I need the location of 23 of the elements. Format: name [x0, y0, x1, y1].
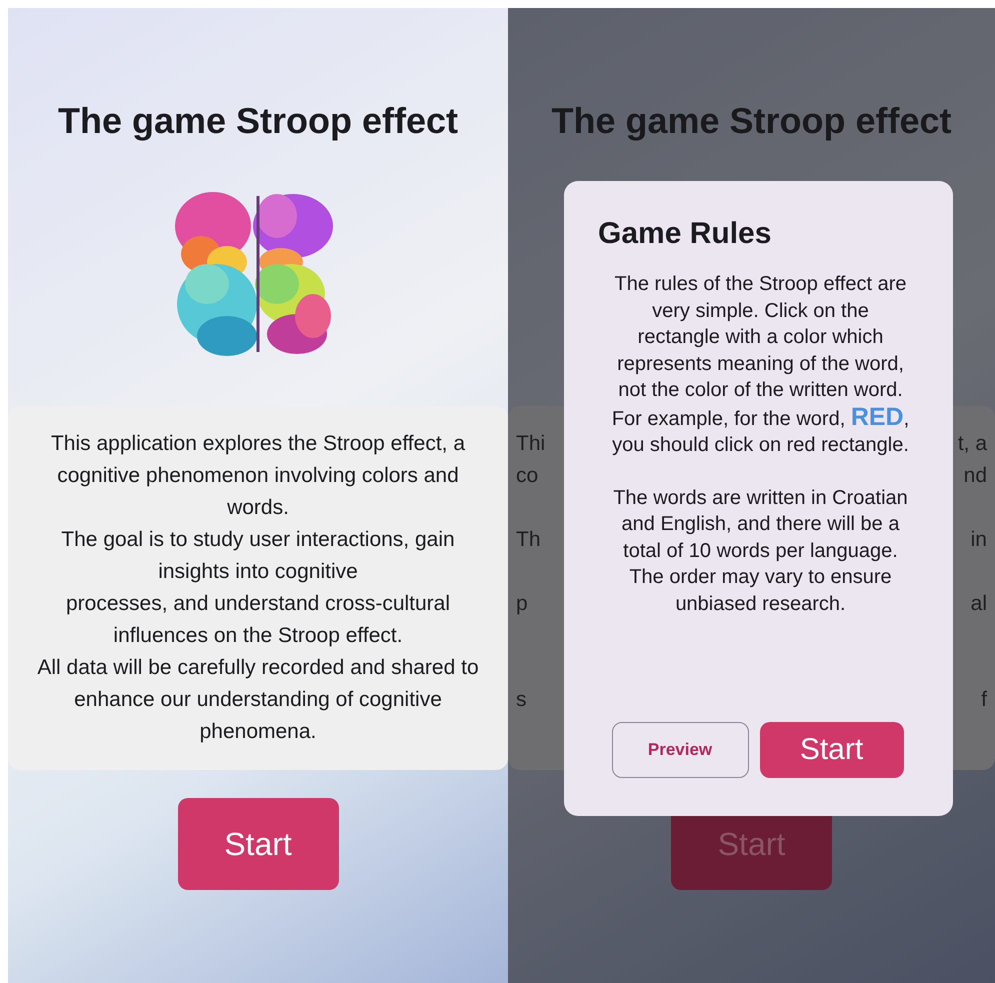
description-text: al	[970, 591, 987, 617]
start-button[interactable]: Start	[760, 722, 904, 778]
app-title: The game Stroop effect	[551, 100, 952, 142]
description-text: co	[516, 463, 538, 489]
description-text: f	[981, 687, 987, 713]
rules-text: The order may vary to ensure unbiased research.	[628, 565, 893, 616]
description-text: processes, and understand cross-cultural influences on the Stroop effect.	[64, 591, 452, 649]
app-title: The game Stroop effect	[58, 100, 458, 142]
rules-text: For example, for the word, RED, you should click on red rectangle.	[610, 404, 910, 458]
description-text: s	[516, 687, 526, 713]
description-text: t, a	[958, 431, 987, 457]
description-text: Thi	[516, 431, 546, 457]
rules-text: The rules of the Stroop effect are very simple. Click on the rectangle with a color which represents meaning of the word, not the color of the written word.	[613, 272, 908, 403]
description-text: nd	[964, 463, 987, 489]
start-button[interactable]: Start	[178, 798, 338, 890]
rules-text: The words are written in Croatian and English, and there will be a total of 10 words per language.	[612, 486, 909, 564]
description-text: This application explores the Stroop effect, a cognitive phenomenon involving colors and words.	[50, 431, 466, 521]
dialog-title: Game Rules	[598, 217, 772, 251]
description-text: All data will be carefully recorded and shared to enhance our understanding of cognitive phenomena.	[36, 655, 480, 745]
description-text: Th	[516, 527, 541, 553]
preview-button[interactable]: Preview	[612, 722, 748, 778]
description-text: in	[970, 527, 987, 553]
description-text: p	[516, 591, 528, 617]
